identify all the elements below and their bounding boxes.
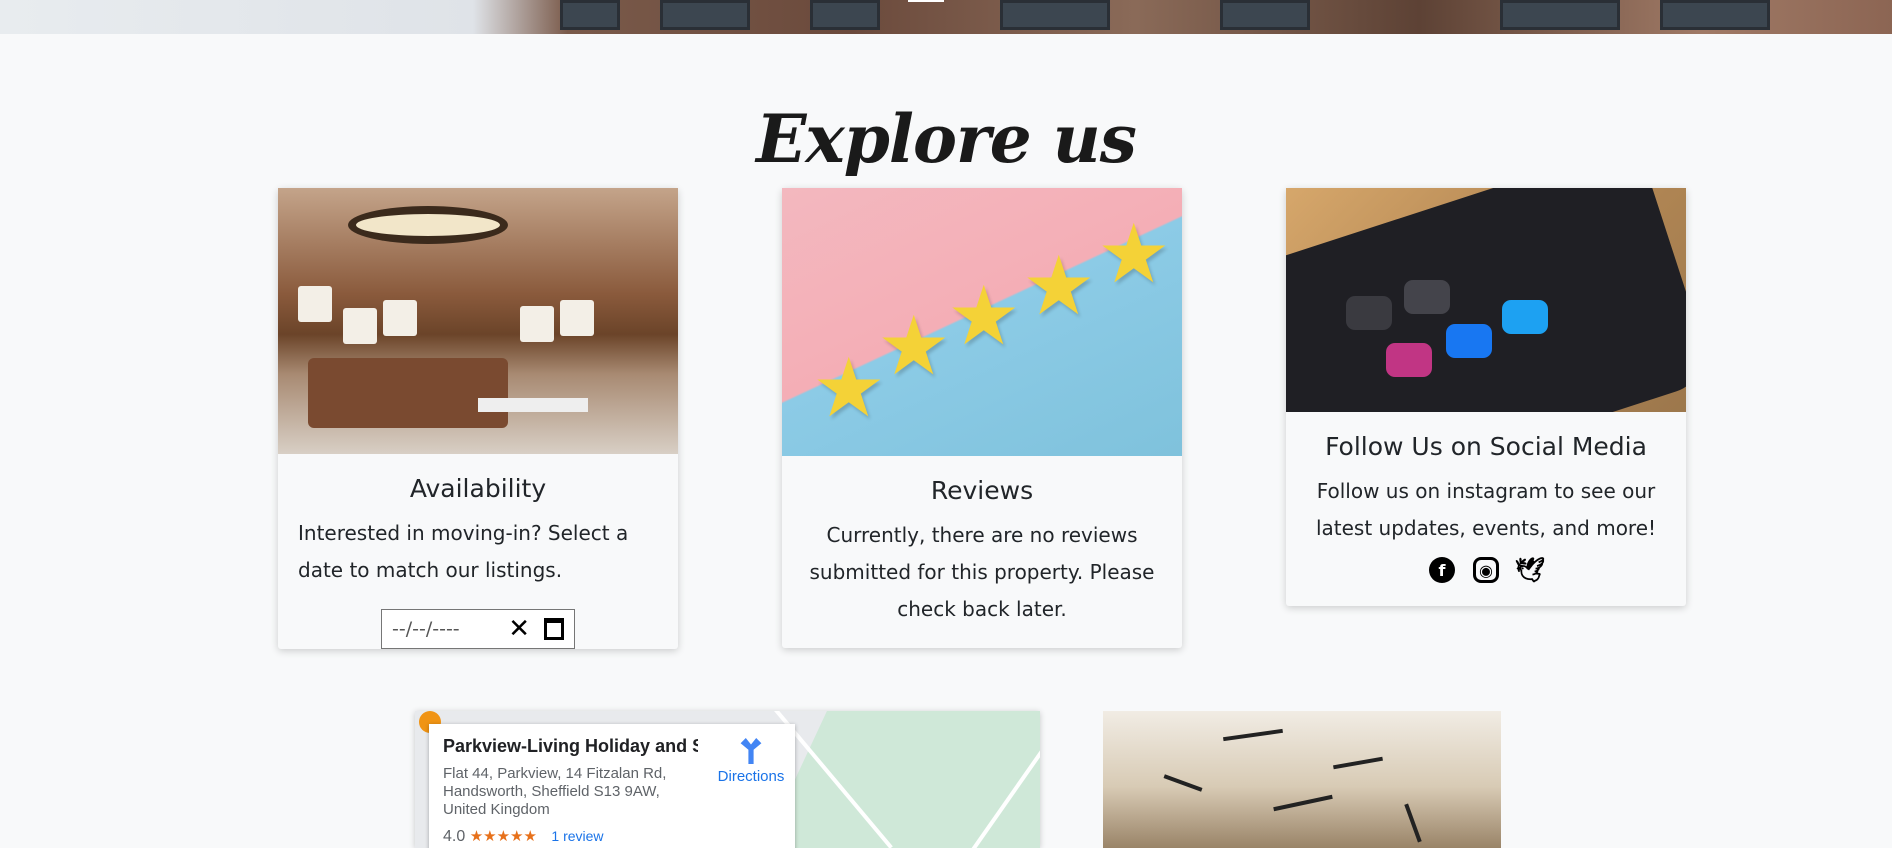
interior-photo [1103,711,1501,848]
map-info-card: Parkview-Living Holiday and S... Flat 44… [429,724,795,848]
availability-card: Availability Interested in moving-in? Se… [278,188,678,649]
reviews-link[interactable]: 1 review [551,828,603,844]
availability-title: Availability [409,474,547,503]
social-text: Follow us on instagram to see our latest… [1315,479,1657,540]
move-in-date-input[interactable]: --/--/---- ✕ [381,609,575,649]
reviews-text: Currently, there are no reviews submitte… [809,523,1155,621]
availability-text: Interested in moving-in? Select a date t… [298,521,629,582]
clear-date-icon[interactable]: ✕ [508,614,530,644]
section-title: Explore us [756,100,1137,178]
directions-label: Directions [717,768,785,785]
stars-image: ★ ★ ★ ★ ★ [782,188,1182,456]
hero-image-strip [0,0,1892,34]
phone-image [1286,188,1686,412]
calendar-icon[interactable] [544,618,564,640]
reviews-title: Reviews [930,476,1034,505]
google-map[interactable]: Parkview-Living Holiday and S... Flat 44… [415,711,1040,848]
date-placeholder: --/--/---- [392,618,460,640]
directions-button[interactable]: Directions [711,738,791,785]
social-card: Follow Us on Social Media Follow us on i… [1286,188,1686,606]
rating-value: 4.0 [443,828,466,845]
place-address: Flat 44, Parkview, 14 Fitzalan Rd, Hands… [443,765,667,818]
social-title: Follow Us on Social Media [1325,432,1647,461]
lobby-image [278,188,678,454]
facebook-icon[interactable]: f [1429,557,1455,583]
directions-icon [740,738,762,764]
place-name[interactable]: Parkview-Living Holiday and S... [443,736,698,757]
place-rating: 4.0 ★★★★★ 1 review [443,827,781,846]
twitter-icon[interactable]: 🕊 [1515,556,1545,584]
instagram-icon[interactable]: ◉ [1473,557,1499,583]
rating-stars: ★★★★★ [469,828,537,845]
reviews-card: ★ ★ ★ ★ ★ Reviews Currently, there are n… [782,188,1182,648]
